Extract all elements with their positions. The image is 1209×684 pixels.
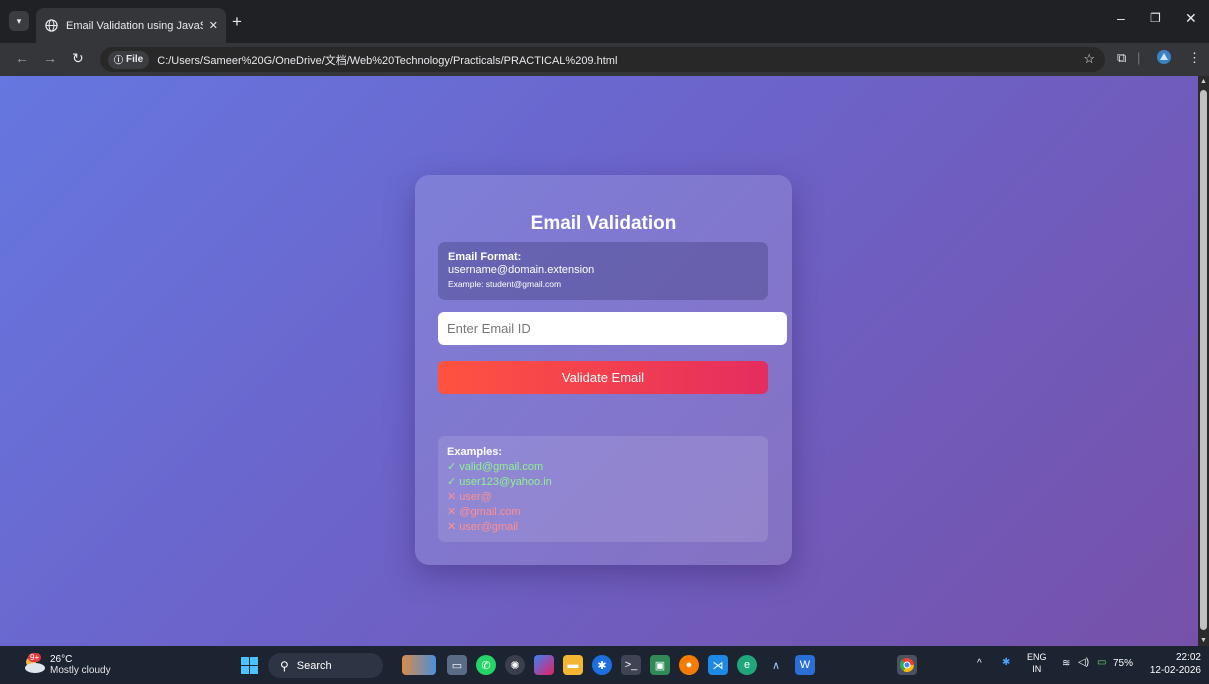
page-scrollbar[interactable]: ▲ ▼ — [1198, 76, 1209, 646]
format-title: Email Format: — [448, 251, 522, 263]
volume-icon[interactable]: ◁) — [1078, 657, 1089, 668]
taskbar-search[interactable]: ⚲ Search — [268, 653, 383, 678]
menu-icon[interactable]: ⋮ — [1188, 50, 1201, 66]
chrome-icon-active[interactable] — [897, 655, 917, 675]
example-valid-item: ✓ user123@yahoo.in — [447, 476, 552, 488]
scroll-down-icon[interactable]: ▼ — [1200, 637, 1207, 644]
url-text: C:/Users/Sameer%20G/OneDrive/文档/Web%20Te… — [157, 54, 618, 67]
format-info-box: Email Format: username@domain.extension … — [438, 242, 768, 300]
new-tab-button[interactable]: + — [232, 12, 242, 32]
restore-icon[interactable]: ❐ — [1150, 11, 1161, 25]
bluetooth-app-icon[interactable]: ✱ — [592, 655, 612, 675]
example-invalid-item: ✕ user@ — [447, 491, 492, 503]
search-icon: ⚲ — [280, 658, 289, 673]
page-title: Email Validation — [530, 213, 677, 234]
word-icon[interactable]: W — [795, 655, 815, 675]
scroll-up-icon[interactable]: ▲ — [1200, 78, 1207, 85]
examples-box: Examples: ✓ valid@gmail.com ✓ user123@ya… — [438, 436, 768, 542]
copilot-icon[interactable] — [534, 655, 554, 675]
bookmark-star-icon[interactable]: ☆ — [1083, 51, 1095, 67]
edge-icon[interactable]: e — [737, 655, 757, 675]
whatsapp-icon[interactable]: ✆ — [476, 655, 496, 675]
file-chip-label: File — [126, 54, 144, 65]
language-code: ENG — [1027, 652, 1047, 662]
site-info-chip[interactable]: ⓘ File — [108, 50, 150, 69]
example-invalid-item: ✕ user@gmail — [447, 521, 519, 533]
app-icon-orange[interactable]: ● — [679, 655, 699, 675]
weather-temperature: 26°C — [50, 654, 73, 665]
clock-time: 22:02 — [1175, 652, 1201, 663]
format-pattern: username@domain.extension — [448, 264, 595, 276]
scrollbar-thumb[interactable] — [1200, 90, 1207, 630]
reload-icon[interactable]: ↻ — [72, 50, 84, 67]
search-label: Search — [296, 659, 332, 672]
battery-percent: 75% — [1113, 658, 1134, 669]
wifi-icon[interactable]: ≋ — [1062, 658, 1070, 669]
example-invalid-item: ✕ @gmail.com — [447, 506, 521, 518]
language-region: IN — [1032, 664, 1042, 674]
weather-cloud-icon: 9+ — [22, 653, 46, 675]
weather-condition: Mostly cloudy — [50, 665, 111, 676]
profile-avatar[interactable] — [1157, 50, 1171, 67]
email-input[interactable] — [438, 312, 787, 345]
toolbar-divider: | — [1137, 50, 1141, 65]
tray-chevron-icon[interactable]: ^ — [977, 658, 982, 669]
windows-taskbar: 9+ 26°C Mostly cloudy ⚲ Search ▭ ✆ ✺ ▬ ✱… — [0, 646, 1209, 684]
address-bar[interactable]: ⓘ File C:/Users/Sameer%20G/OneDrive/文档/W… — [100, 47, 1105, 72]
browser-tab-strip: ▾ Email Validation using JavaScrip ✕ + –… — [0, 0, 1209, 43]
photos-app-icon[interactable]: ▣ — [650, 655, 670, 675]
info-icon: ⓘ — [114, 55, 124, 65]
vscode-icon[interactable]: ⋊ — [708, 655, 728, 675]
language-indicator[interactable]: ENG IN — [1027, 651, 1047, 675]
widgets-app-icon[interactable] — [402, 655, 436, 675]
globe-icon — [44, 19, 58, 33]
windows-start-icon[interactable] — [241, 657, 258, 674]
task-view-icon[interactable]: ▭ — [447, 655, 467, 675]
weather-badge: 9+ — [28, 653, 42, 662]
extensions-icon[interactable]: ⧉ — [1117, 50, 1126, 66]
weather-widget[interactable]: 9+ 26°C Mostly cloudy — [22, 653, 111, 676]
tab-title: Email Validation using JavaScrip — [66, 19, 203, 32]
bluetooth-tray-icon[interactable]: ✱ — [1002, 657, 1010, 668]
validate-email-button[interactable]: Validate Email — [438, 361, 768, 394]
page-viewport: Email Validation Email Format: username@… — [0, 76, 1198, 646]
minimize-icon[interactable]: – — [1117, 10, 1125, 26]
tab-active[interactable]: Email Validation using JavaScrip ✕ — [36, 8, 226, 43]
example-valid-item: ✓ valid@gmail.com — [447, 461, 544, 473]
forward-icon[interactable]: → — [43, 50, 57, 66]
close-tab-icon[interactable]: ✕ — [209, 19, 218, 32]
clock-date: 12-02-2026 — [1149, 665, 1201, 676]
format-example: Example: student@gmail.com — [448, 279, 562, 289]
chatgpt-icon[interactable]: ✺ — [505, 655, 525, 675]
app-icon-a[interactable]: ∧ — [766, 655, 786, 675]
battery-icon[interactable]: ▭ — [1097, 657, 1106, 668]
tab-search-icon[interactable]: ▾ — [9, 11, 29, 31]
examples-title: Examples: — [447, 446, 503, 458]
browser-toolbar: ← → ↻ ⓘ File C:/Users/Sameer%20G/OneDriv… — [0, 43, 1209, 76]
terminal-icon[interactable]: >_ — [621, 655, 641, 675]
back-icon[interactable]: ← — [15, 50, 29, 66]
validation-card: Email Validation Email Format: username@… — [415, 175, 792, 565]
close-window-icon[interactable]: ✕ — [1185, 10, 1197, 27]
clock[interactable]: 22:02 12-02-2026 — [1150, 651, 1201, 677]
file-explorer-icon[interactable]: ▬ — [563, 655, 583, 675]
